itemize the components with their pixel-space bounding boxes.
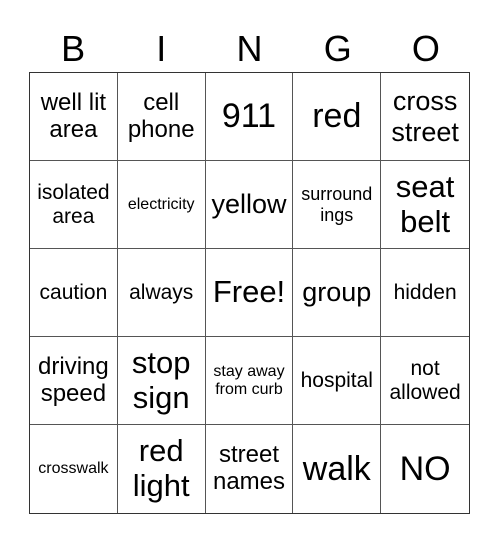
header-letter-o: O	[411, 28, 440, 69]
bingo-cell[interactable]: group	[293, 249, 382, 337]
bingo-cell[interactable]: stop sign	[117, 337, 206, 425]
bingo-cell[interactable]: electricity	[117, 161, 206, 249]
bingo-grid: well lit area cell phone 911 red cross s…	[29, 72, 470, 514]
bingo-cell[interactable]: isolated area	[30, 161, 118, 249]
bingo-cell[interactable]: caution	[30, 249, 118, 337]
bingo-cell[interactable]: hidden	[381, 249, 469, 337]
bingo-cell[interactable]: always	[117, 249, 206, 337]
bingo-cell[interactable]: 911	[205, 73, 294, 161]
bingo-cell[interactable]: well lit area	[30, 73, 118, 161]
bingo-cell[interactable]: yellow	[205, 161, 294, 249]
bingo-cell[interactable]: not allowed	[381, 337, 469, 425]
bingo-cell[interactable]: cell phone	[117, 73, 206, 161]
header-letter-i: I	[156, 28, 167, 69]
header-letter-g: G	[323, 28, 352, 69]
bingo-cell[interactable]: red light	[118, 425, 206, 513]
bingo-cell[interactable]: red	[293, 73, 382, 161]
bingo-cell[interactable]: seat belt	[381, 161, 469, 249]
bingo-cell[interactable]: stay away from curb	[205, 337, 294, 425]
bingo-header: B I N G O	[29, 26, 470, 72]
bingo-cell[interactable]: crosswalk	[30, 425, 118, 513]
free-space-cell[interactable]: Free!	[205, 249, 294, 337]
bingo-cell[interactable]: surround ings	[293, 161, 382, 249]
bingo-cell[interactable]: driving speed	[30, 337, 118, 425]
bingo-cell[interactable]: NO	[381, 425, 469, 513]
header-letter-n: N	[236, 28, 263, 69]
bingo-cell[interactable]: walk	[293, 425, 382, 513]
bingo-cell[interactable]: hospital	[293, 337, 382, 425]
bingo-cell[interactable]: cross street	[381, 73, 469, 161]
bingo-cell[interactable]: street names	[206, 425, 294, 513]
header-letter-b: B	[61, 28, 86, 69]
